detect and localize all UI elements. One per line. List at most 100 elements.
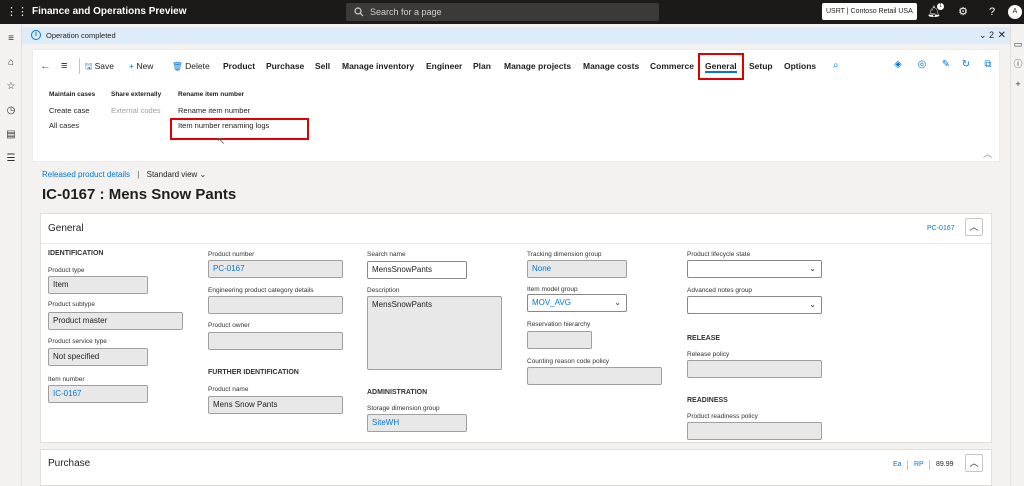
product-service-type-field[interactable]: Not specified (48, 348, 148, 366)
new-button[interactable]: + New (129, 58, 153, 74)
home-icon[interactable]: ⌂ (4, 56, 18, 70)
field-label: Engineering product category details (208, 287, 314, 294)
search-name-field[interactable]: MensSnowPants (367, 261, 467, 279)
tab-engineer[interactable]: Engineer (426, 58, 462, 74)
storage-dimension-field[interactable]: SiteWH (367, 414, 467, 432)
chevron-down-icon: ⌄ (614, 298, 621, 307)
view-label: Standard view (146, 170, 198, 179)
fasttab-title[interactable]: General (48, 223, 84, 234)
avatar[interactable]: A (1008, 5, 1022, 19)
section-header-identification: IDENTIFICATION (48, 250, 104, 257)
product-owner-field[interactable] (208, 332, 343, 350)
field-label: Advanced notes group (687, 287, 753, 294)
counting-reason-field[interactable] (527, 367, 662, 385)
tab-options[interactable]: Options (784, 58, 816, 74)
help-icon[interactable]: ? (984, 4, 1000, 20)
item-model-group-select[interactable]: MOV_AVG ⌄ (527, 294, 627, 312)
tab-manage-projects[interactable]: Manage projects (504, 58, 571, 74)
field-label: Release policy (687, 351, 730, 358)
create-case-button[interactable]: Create case (49, 106, 95, 115)
chevron-down-icon: ⌄ (809, 264, 816, 273)
tab-purchase[interactable]: Purchase (266, 58, 304, 74)
power-apps-icon[interactable]: ◈ (891, 58, 905, 72)
field-label: Storage dimension group (367, 405, 440, 412)
modules-icon[interactable]: ☰ (4, 152, 18, 166)
view-selector[interactable]: Standard view ⌄ (147, 170, 207, 179)
purchase-fasttab: Purchase Ea RP 89.99 ︿ (40, 449, 992, 486)
tab-setup[interactable]: Setup (749, 58, 773, 74)
app-launcher-icon[interactable]: ⋮⋮ (6, 6, 28, 18)
readiness-policy-field[interactable] (687, 422, 822, 440)
attachment-icon[interactable]: ✎ (939, 58, 953, 72)
workspaces-icon[interactable]: ▤ (4, 128, 18, 142)
tab-manage-inventory[interactable]: Manage inventory (342, 58, 414, 74)
group-share-externally: Share externally External codes (111, 91, 161, 115)
release-policy-field[interactable] (687, 360, 822, 378)
save-label: Save (94, 61, 114, 71)
global-search-input[interactable]: Search for a page (346, 3, 659, 21)
divider (79, 58, 80, 74)
tab-product[interactable]: Product (223, 58, 255, 74)
chevron-up-icon[interactable]: ︿ (965, 218, 983, 236)
breadcrumb-link[interactable]: Released product details (42, 170, 130, 179)
section-header-further-identification: FURTHER IDENTIFICATION (208, 369, 299, 376)
engineering-category-field[interactable] (208, 296, 343, 314)
company-picker[interactable]: USRT | Contoso Retail USA (822, 3, 917, 20)
gear-icon[interactable]: ⚙ (955, 4, 971, 20)
new-label: New (136, 61, 154, 71)
item-model-value: MOV_AVG (532, 298, 571, 307)
message-text: Operation completed (46, 31, 116, 40)
tab-manage-costs[interactable]: Manage costs (583, 58, 639, 74)
divider (907, 460, 908, 470)
delete-button[interactable]: 🗑︎ Delete (172, 58, 210, 74)
field-label: Description (367, 287, 400, 294)
refresh-icon[interactable]: ↻ (959, 58, 973, 72)
tab-sell[interactable]: Sell (315, 58, 330, 74)
message-count[interactable]: ⌄ 2 (979, 27, 994, 44)
open-new-window-icon[interactable]: ⧉ (981, 58, 995, 72)
office-icon[interactable]: ◎ (915, 58, 929, 72)
rail-add-icon[interactable]: + (1013, 78, 1023, 90)
search-placeholder: Search for a page (370, 7, 442, 17)
search-icon (354, 7, 364, 17)
recent-icon[interactable]: ◷ (4, 104, 18, 118)
plus-icon: + (129, 61, 134, 71)
right-rail: ▭ ⓘ + (1010, 24, 1024, 486)
group-header: Share externally (111, 91, 162, 98)
collapse-action-pane-icon[interactable]: ︿ (983, 147, 992, 160)
back-icon[interactable]: ← (40, 58, 51, 74)
list-icon[interactable]: ≡ (61, 58, 67, 74)
product-lifecycle-select[interactable]: ⌄ (687, 260, 822, 278)
description-field[interactable]: MensSnowPants (367, 296, 502, 370)
hamburger-icon[interactable]: ≡ (4, 32, 18, 46)
section-header-readiness: READINESS (687, 397, 728, 404)
tab-commerce[interactable]: Commerce (650, 58, 694, 74)
favorites-icon[interactable]: ☆ (4, 80, 18, 94)
field-label: Counting reason code policy (527, 358, 610, 365)
product-subtype-field[interactable]: Product master (48, 312, 183, 330)
save-button[interactable]: 🖫 Save (85, 58, 114, 74)
top-bar: ⋮⋮ Finance and Operations Preview Search… (0, 0, 1024, 24)
rename-item-number-button[interactable]: Rename item number (178, 106, 269, 115)
chevron-up-icon[interactable]: ︿ (965, 454, 983, 472)
field-label: Product type (48, 267, 85, 274)
fasttab-title[interactable]: Purchase (48, 458, 90, 469)
product-type-field[interactable]: Item (48, 276, 148, 294)
external-codes-button[interactable]: External codes (111, 106, 161, 115)
product-number-field[interactable]: PC-0167 (208, 260, 343, 278)
reservation-hierarchy-field[interactable] (527, 331, 592, 349)
search-icon[interactable]: ⌕ (833, 58, 839, 74)
rail-panel-icon[interactable]: ▭ (1013, 38, 1023, 50)
general-fasttab: General PC-0167 ︿ IDENTIFICATION Product… (40, 213, 992, 443)
tracking-dimension-field[interactable]: None (527, 260, 627, 278)
field-label: Tracking dimension group (527, 251, 602, 258)
rail-info-icon[interactable]: ⓘ (1013, 58, 1023, 70)
close-icon[interactable]: ✕ (998, 27, 1006, 44)
field-label: Product name (208, 386, 249, 393)
purchase-policy-summary: RP (914, 461, 924, 468)
product-name-field[interactable]: Mens Snow Pants (208, 396, 343, 414)
item-number-field[interactable]: IC-0167 (48, 385, 148, 403)
all-cases-button[interactable]: All cases (49, 121, 95, 130)
tab-plan[interactable]: Plan (473, 58, 491, 74)
advanced-notes-select[interactable]: ⌄ (687, 296, 822, 314)
